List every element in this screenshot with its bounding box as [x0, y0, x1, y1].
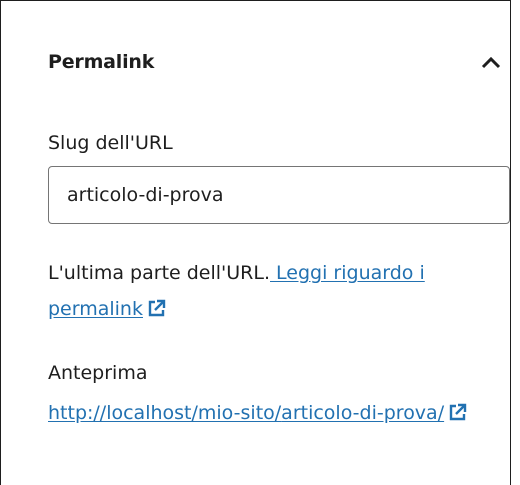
- help-description: L'ultima parte dell'URL.: [48, 262, 271, 284]
- help-text: L'ultima parte dell'URL. Leggi riguardo …: [48, 255, 503, 327]
- panel-header[interactable]: Permalink: [1, 1, 510, 113]
- panel-title: Permalink: [48, 51, 155, 73]
- slug-label: Slug dell'URL: [48, 132, 173, 154]
- preview-base-url: http://localhost/mio-sito/: [48, 402, 282, 424]
- preview-label: Anteprima: [48, 362, 148, 384]
- chevron-up-icon[interactable]: [479, 51, 503, 75]
- preview-slug: articolo-di-prova/: [281, 402, 445, 424]
- preview-url-link[interactable]: http://localhost/mio-sito/articolo-di-pr…: [48, 402, 444, 424]
- slug-input[interactable]: [48, 166, 510, 224]
- external-link-icon: [147, 294, 166, 317]
- external-link-icon: [448, 398, 467, 421]
- preview-block: http://localhost/mio-sito/articolo-di-pr…: [48, 395, 503, 431]
- permalink-panel: Permalink Slug dell'URL L'ultima parte d…: [0, 0, 511, 485]
